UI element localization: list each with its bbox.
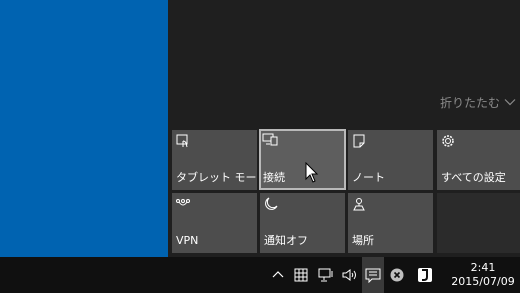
mouse-cursor-icon (305, 161, 319, 184)
close-circle-icon[interactable] (387, 257, 407, 293)
connect-icon (262, 132, 278, 148)
tile-connect[interactable]: 接続 (259, 129, 346, 190)
tile-label: VPN (176, 234, 199, 247)
volume-icon[interactable] (340, 257, 360, 293)
network-icon[interactable] (316, 257, 336, 293)
tile-label: 通知オフ (264, 234, 308, 247)
clock-time: 2:41 (470, 261, 496, 274)
taskbar: 2:41 2015/07/09 (0, 257, 520, 293)
settings-gear-icon (440, 133, 456, 149)
tile-location[interactable]: 場所 (348, 193, 433, 253)
tile-label: ノート (352, 171, 385, 184)
collapse-button[interactable]: 折りたたむ (440, 93, 516, 111)
app-icon[interactable] (414, 257, 436, 293)
tile-quiet-hours[interactable]: 通知オフ (260, 193, 345, 253)
tile-label: タブレット モード (176, 171, 268, 184)
chevron-up-icon[interactable] (270, 257, 286, 293)
vpn-icon (175, 196, 191, 212)
desktop-background (0, 0, 168, 257)
tile-empty-slot (437, 193, 520, 253)
tile-all-settings[interactable]: すべての設定 (437, 130, 520, 190)
tile-label: 場所 (352, 234, 374, 247)
tile-tablet-mode[interactable]: タブレット モード (172, 130, 268, 190)
tile-label: 接続 (263, 171, 285, 184)
note-icon (351, 133, 367, 149)
taskbar-clock[interactable]: 2:41 2015/07/09 (451, 257, 515, 293)
tile-label: すべての設定 (441, 171, 506, 184)
quiet-hours-moon-icon (263, 196, 279, 212)
keyboard-icon[interactable] (292, 257, 310, 293)
action-center-icon[interactable] (362, 257, 384, 293)
location-icon (351, 196, 367, 212)
chevron-down-icon (504, 96, 516, 108)
tile-vpn[interactable]: VPN (172, 193, 257, 253)
clock-date: 2015/07/09 (451, 275, 515, 288)
tile-note[interactable]: ノート (348, 130, 433, 190)
tablet-mode-icon (175, 133, 191, 149)
collapse-label: 折りたたむ (439, 95, 500, 110)
